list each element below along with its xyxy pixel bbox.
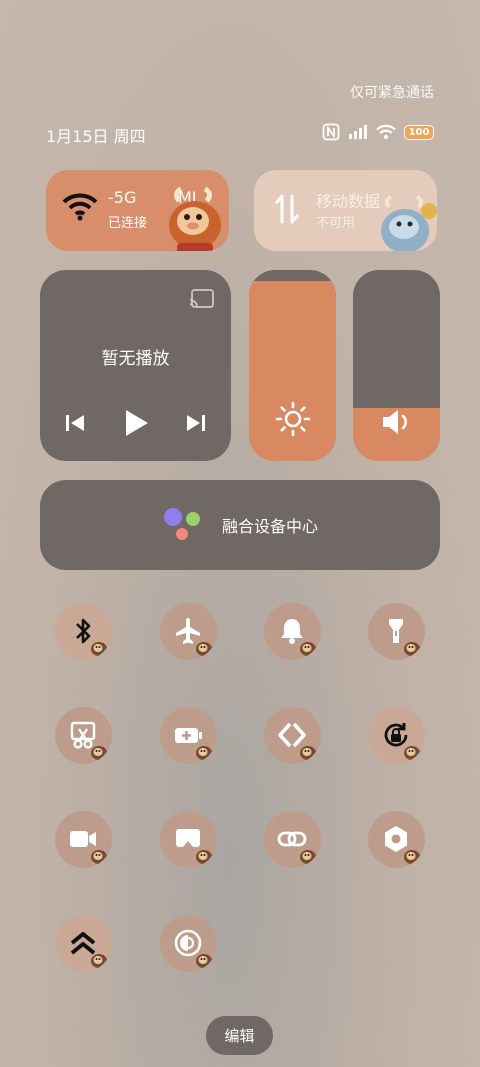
sun-icon [275,401,310,437]
next-track-button[interactable] [185,412,207,434]
data-arrows-icon [275,194,299,224]
date-text: 1月15日 周四 [46,127,146,146]
mascot-mini-icon [195,745,212,760]
edit-button[interactable]: 编辑 [206,1016,273,1055]
toggle-link[interactable] [263,810,321,868]
fusion-dots-icon [163,508,200,540]
mascot-mini-icon [403,849,420,864]
nfc-icon [322,123,340,141]
mascot-mini-icon [195,849,212,864]
speaker-icon [382,410,407,434]
mascot-mini-icon [195,953,212,968]
toggle-rotation-lock[interactable] [367,706,425,764]
mascot-mini-icon [90,849,107,864]
toggle-bluetooth[interactable] [54,602,112,660]
status-icons: 100 [322,122,434,142]
play-button[interactable] [122,408,150,438]
battery-icon: 100 [404,124,434,140]
emergency-call-text: 仅可紧急通话 [350,85,434,101]
previous-track-button[interactable] [64,412,86,434]
toggle-screenshot[interactable] [54,706,112,764]
wifi-status: 已连接 [108,216,148,231]
mascot-mini-icon [299,745,316,760]
mascot-mini-icon [90,745,107,760]
volume-slider[interactable] [353,270,440,461]
mascot-mini-icon [195,641,212,656]
toggle-airplane[interactable] [159,602,217,660]
brightness-slider[interactable] [249,270,336,461]
mobile-data-tile[interactable]: 移动数据 不可用 [254,170,437,251]
toggle-settings[interactable] [367,810,425,868]
mascot-mini-icon [299,849,316,864]
fusion-device-center[interactable]: 融合设备中心 [40,480,440,570]
wifi-icon [376,124,396,140]
mascot-icon [381,195,437,251]
toggle-screen-record[interactable] [54,810,112,868]
cast-icon[interactable] [189,288,215,310]
mascot-mini-icon [299,641,316,656]
toggle-flashlight[interactable] [367,602,425,660]
signal-icon [349,125,367,139]
fusion-label: 融合设备中心 [221,517,318,536]
toggle-nearby[interactable] [263,706,321,764]
wifi-tile[interactable]: -5G MI 已连接 [46,170,229,251]
wifi-icon [62,193,98,221]
mascot-mini-icon [403,641,420,656]
mascot-mini-icon [90,641,107,656]
toggle-performance[interactable] [54,914,112,972]
mobile-data-status: 不可用 [316,216,356,231]
wifi-ssid: -5G [108,188,137,207]
mascot-mini-icon [403,745,420,760]
toggle-notification[interactable] [263,602,321,660]
toggle-cast[interactable] [159,810,217,868]
mascot-mini-icon [90,953,107,968]
toggle-battery-saver[interactable] [159,706,217,764]
media-player-card[interactable]: 暂无播放 [40,270,231,461]
mascot-icon [169,186,221,251]
toggle-eye-comfort[interactable] [159,914,217,972]
now-playing-text: 暂无播放 [101,349,170,369]
